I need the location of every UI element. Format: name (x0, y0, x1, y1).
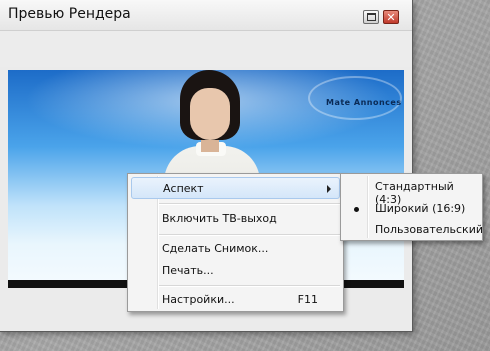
menu-item-print[interactable]: Печать... (131, 259, 340, 281)
menu-item-snapshot[interactable]: Сделать Снимок... (131, 237, 340, 259)
context-menu: Аспект Включить ТВ-выход Сделать Снимок.… (127, 173, 344, 312)
menu-item-shortcut: F11 (297, 292, 318, 306)
menu-item-label: Настройки... (162, 292, 235, 306)
menu-item-settings[interactable]: Настройки... F11 (131, 288, 340, 310)
menu-item-label: Включить ТВ-выход (162, 211, 277, 225)
close-button[interactable]: ✕ (383, 10, 399, 24)
title-bar[interactable]: Превью Рендера ✕ (0, 0, 412, 31)
menu-separator (159, 203, 340, 205)
menu-item-aspect[interactable]: Аспект (131, 177, 340, 199)
window-title: Превью Рендера (8, 6, 131, 22)
menu-item-label: Печать... (162, 263, 214, 277)
submenu-item-label: Пользовательский (375, 223, 483, 236)
menu-item-label: Сделать Снимок... (162, 241, 269, 255)
restore-button[interactable] (363, 10, 379, 24)
submenu-item-standard[interactable]: Стандартный (4:3) (343, 177, 480, 206)
preview-overlay-text: Mate Annonces (326, 98, 402, 107)
menu-item-tv-out[interactable]: Включить ТВ-выход (131, 207, 340, 229)
submenu-arrow-icon (327, 185, 331, 193)
submenu-item-label: Широкий (16:9) (375, 202, 466, 215)
close-icon: ✕ (386, 10, 396, 24)
restore-icon (366, 13, 376, 21)
radio-selected-icon (354, 207, 359, 212)
menu-separator (159, 234, 340, 236)
toolbar-area (0, 31, 412, 67)
menu-separator (159, 285, 340, 287)
submenu-item-custom[interactable]: Пользовательский (343, 220, 483, 240)
menu-item-label: Аспект (163, 181, 204, 195)
submenu-item-wide[interactable]: Широкий (16:9) (343, 199, 480, 219)
aspect-submenu: Стандартный (4:3) Широкий (16:9) Пользов… (340, 173, 483, 241)
